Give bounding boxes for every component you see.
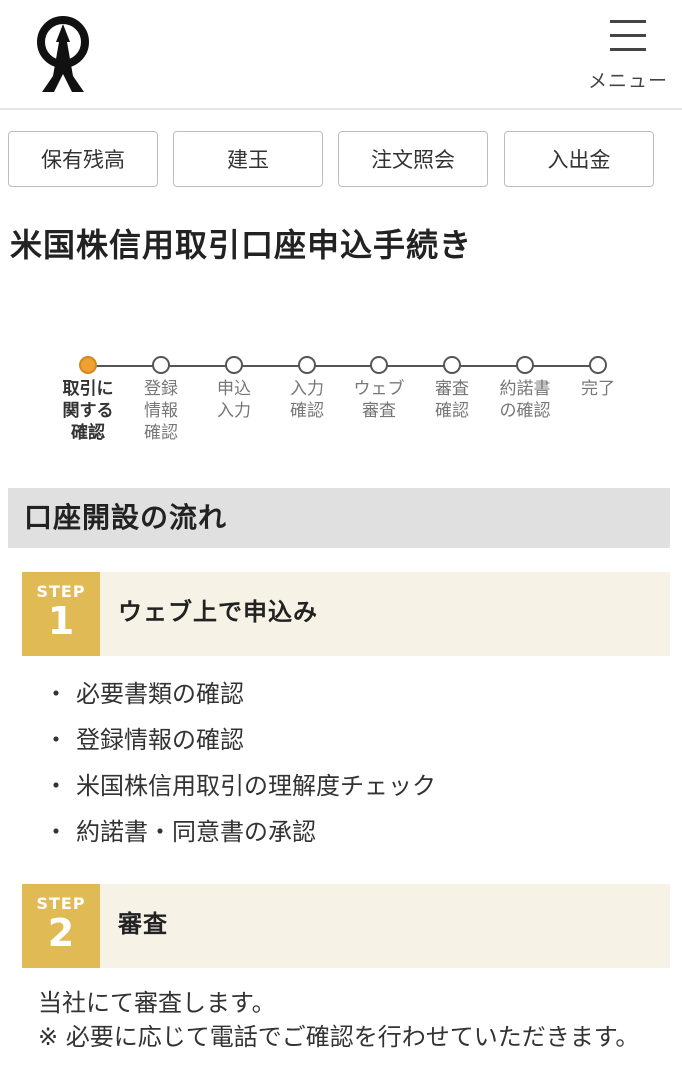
step-dot (516, 356, 534, 374)
deposit-withdraw-button[interactable]: 入出金 (504, 131, 654, 187)
stepper-step-4: 入力 確認 (269, 352, 345, 422)
bullet-icon: ・ (44, 818, 68, 846)
step-badge-word: STEP (36, 894, 86, 913)
step-badge-number: 2 (47, 911, 75, 955)
stepper-step-1: 取引に 関する 確認 (50, 352, 126, 444)
list-item: ・必要書類の確認 (44, 676, 436, 722)
bullet-icon: ・ (44, 772, 68, 800)
step-2-text-line: 当社にて審査します。 (38, 989, 276, 1017)
step-dot (589, 356, 607, 374)
step-badge-number: 1 (47, 599, 75, 643)
menu-label: メニュー (588, 70, 669, 92)
stepper-label: 完了 (581, 379, 615, 399)
page-title: 米国株信用取引口座申込手続き (10, 226, 473, 264)
stepper-step-7: 約諾書 の確認 (487, 352, 563, 422)
step-badge-word: STEP (36, 582, 86, 601)
stepper-step-5: ウェブ 審査 (341, 352, 417, 422)
step-title: 審査 (118, 910, 168, 938)
section-header: 口座開設の流れ (8, 488, 670, 548)
app-header: メニュー (0, 0, 682, 110)
company-logo[interactable] (32, 14, 94, 96)
step-dot (443, 356, 461, 374)
step-badge: STEP 1 (22, 572, 100, 656)
hamburger-icon (610, 20, 646, 52)
stepper-step-2: 登録 情報 確認 (123, 352, 199, 444)
list-item-text: 必要書類の確認 (76, 680, 244, 708)
list-item: ・約諾書・同意書の承認 (44, 814, 436, 860)
list-item: ・米国株信用取引の理解度チェック (44, 768, 436, 814)
stepper-label: 申込 入力 (217, 379, 251, 421)
step-1-list: ・必要書類の確認 ・登録情報の確認 ・米国株信用取引の理解度チェック ・約諾書・… (44, 676, 436, 860)
step-1-header: STEP 1 ウェブ上で申込み (22, 572, 670, 656)
list-item-text: 米国株信用取引の理解度チェック (76, 772, 436, 800)
bullet-icon: ・ (44, 680, 68, 708)
stepper-step-8: 完了 (560, 352, 636, 400)
bullet-icon: ・ (44, 726, 68, 754)
step-2-description: 当社にて審査します。 ※ 必要に応じて電話でご確認を行わせていただきます。 (38, 986, 639, 1054)
progress-stepper: 取引に 関する 確認 登録 情報 確認 申込 入力 入力 確認 ウェブ 審査 審… (50, 352, 650, 452)
step-dot-active (79, 356, 97, 374)
stepper-label: 約諾書 の確認 (499, 379, 551, 421)
order-inquiry-button[interactable]: 注文照会 (338, 131, 488, 187)
step-title: ウェブ上で申込み (118, 598, 318, 626)
step-dot (152, 356, 170, 374)
stepper-label: 審査 確認 (435, 379, 469, 421)
step-dot (225, 356, 243, 374)
stepper-step-3: 申込 入力 (196, 352, 272, 422)
stepper-label: 入力 確認 (290, 379, 324, 421)
positions-button[interactable]: 建玉 (173, 131, 323, 187)
step-badge: STEP 2 (22, 884, 100, 968)
sub-navigation: 保有残高 建玉 注文照会 入出金 (8, 131, 668, 187)
list-item-text: 登録情報の確認 (76, 726, 244, 754)
stepper-label: 登録 情報 確認 (144, 379, 178, 443)
stepper-step-6: 審査 確認 (414, 352, 490, 422)
step-2-note: ※ 必要に応じて電話でご確認を行わせていただきます。 (38, 1023, 640, 1051)
stepper-label: ウェブ 審査 (353, 379, 405, 421)
step-dot (298, 356, 316, 374)
stepper-label: 取引に 関する 確認 (62, 379, 114, 443)
list-item: ・登録情報の確認 (44, 722, 436, 768)
step-dot (370, 356, 388, 374)
list-item-text: 約諾書・同意書の承認 (76, 818, 316, 846)
step-2-header: STEP 2 審査 (22, 884, 670, 968)
menu-button[interactable]: メニュー (588, 14, 668, 94)
holdings-button[interactable]: 保有残高 (8, 131, 158, 187)
